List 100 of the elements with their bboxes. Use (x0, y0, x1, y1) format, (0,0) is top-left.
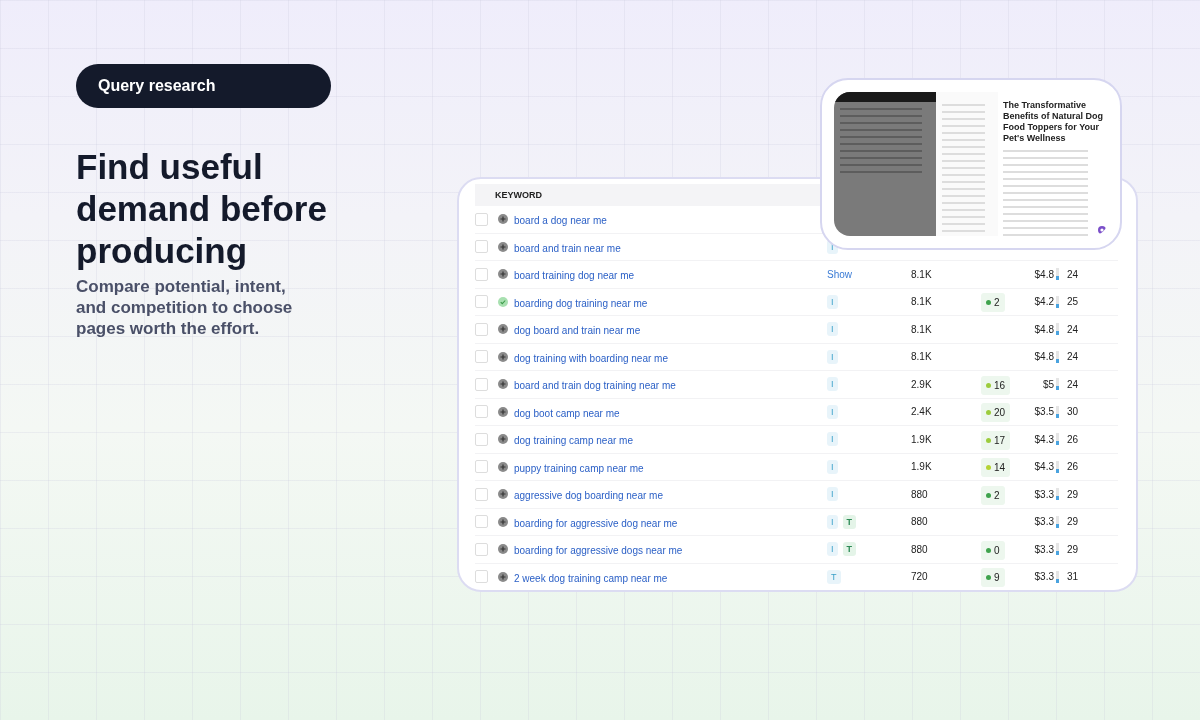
volume-cell-text: 8.1K (911, 323, 933, 335)
cpc-cell: $3.3 (1034, 488, 1054, 500)
difficulty-badge: 2 (981, 293, 1005, 313)
volume-cell-text: 8.1K (911, 296, 933, 308)
intent-tag: I (827, 349, 838, 364)
keyword-link[interactable]: board and train dog training near me (514, 380, 676, 392)
volume-cell-text: 2.9K (911, 378, 933, 390)
add-icon[interactable] (498, 489, 508, 500)
table-cell: 24 (1067, 268, 1079, 280)
difficulty-badge: 20 (981, 403, 1011, 423)
cpc-cell: $3.3 (1034, 516, 1054, 528)
difficulty-badge: 17 (981, 430, 1011, 450)
row-checkbox[interactable] (475, 240, 488, 254)
add-icon[interactable] (498, 406, 508, 417)
add-icon[interactable] (498, 269, 508, 280)
volume-cell-text: 880 (911, 543, 929, 555)
intent-tag: I (827, 377, 838, 392)
row-checkbox[interactable] (475, 487, 488, 501)
volume-cell-text: 8.1K (911, 268, 933, 280)
intent-tag: T (842, 542, 856, 557)
add-icon[interactable] (498, 571, 508, 582)
keyword-link[interactable]: board and train near me (514, 242, 621, 254)
keyword-link[interactable]: boarding for aggressive dogs near me (514, 545, 683, 557)
add-icon[interactable] (498, 379, 508, 390)
row-checkbox[interactable] (475, 515, 488, 529)
difficulty-badge: 9 (981, 568, 1005, 588)
cpc-cell: $3.3 (1034, 543, 1054, 555)
keyword-link[interactable]: boarding dog training near me (514, 297, 648, 309)
row-checkbox[interactable] (475, 212, 488, 226)
intent-tag: I (827, 459, 838, 474)
add-icon[interactable] (498, 241, 508, 252)
table-cell: 29 (1067, 543, 1079, 555)
article-title: The Transformative Benefits of Natural Dog Food Toppers for Your Pet's Wellness (1003, 100, 1103, 144)
volume-cell-text: 2.4K (911, 406, 933, 418)
keyword-link[interactable]: dog board and train near me (514, 325, 641, 337)
keyword-link[interactable]: dog boot camp near me (514, 407, 620, 419)
table-cell: 24 (1067, 378, 1079, 390)
subtitle: Compare potential, intent, and competition to choose pages worth the effort. (76, 276, 294, 339)
row-checkbox[interactable] (475, 460, 488, 474)
table-cell: 31 (1067, 571, 1079, 583)
add-icon[interactable] (498, 434, 508, 445)
add-icon[interactable] (498, 324, 508, 335)
row-checkbox[interactable] (475, 267, 488, 281)
show-link[interactable]: Show (827, 268, 852, 280)
add-icon[interactable] (498, 516, 508, 527)
row-checkbox[interactable] (475, 432, 488, 446)
row-checkbox[interactable] (475, 570, 488, 584)
keyword-link[interactable]: boarding for aggressive dog near me (514, 517, 678, 529)
volume-cell-text: 720 (911, 571, 929, 583)
row-checkbox[interactable] (475, 295, 488, 309)
volume-cell-text: 8.1K (911, 351, 933, 363)
keyword-link[interactable]: aggressive dog boarding near me (514, 490, 663, 502)
table-cell: 29 (1067, 516, 1079, 528)
table-cell: 26 (1067, 461, 1079, 473)
cpc-cell: $4.8 (1034, 351, 1054, 363)
cpc-cell: $4.3 (1034, 433, 1054, 445)
add-icon[interactable] (498, 351, 508, 362)
intent-tag: I (827, 294, 838, 309)
column-header: KEYWORD (495, 190, 542, 200)
keyword-link[interactable]: dog training camp near me (514, 435, 633, 447)
keyword-link[interactable]: puppy training camp near me (514, 462, 644, 474)
add-icon[interactable] (498, 214, 508, 225)
add-icon[interactable] (498, 544, 508, 555)
row-checkbox[interactable] (475, 377, 488, 391)
intent-tag: I (827, 322, 838, 337)
row-checkbox[interactable] (475, 350, 488, 364)
chat-icon[interactable] (1098, 226, 1106, 234)
volume-cell-text: 1.9K (911, 461, 933, 473)
cpc-cell: $4.8 (1034, 323, 1054, 335)
table-cell: 24 (1067, 323, 1079, 335)
section-badge: Query research (76, 64, 331, 108)
row-checkbox[interactable] (475, 405, 488, 419)
keyword-link[interactable]: board a dog near me (514, 215, 607, 227)
difficulty-badge: 16 (981, 375, 1011, 395)
keyword-link[interactable]: dog training with boarding near me (514, 352, 668, 364)
difficulty-badge: 2 (981, 485, 1005, 505)
volume-cell-text: 1.9K (911, 433, 933, 445)
row-checkbox[interactable] (475, 542, 488, 556)
difficulty-badge: 14 (981, 458, 1011, 478)
table-cell: 30 (1067, 406, 1079, 418)
keyword-link[interactable]: board training dog near me (514, 270, 635, 282)
table-cell: 29 (1067, 488, 1079, 500)
headline: Find useful demand before producing (76, 146, 328, 272)
cpc-cell: $3.3 (1034, 571, 1054, 583)
difficulty-badge: 0 (981, 540, 1005, 560)
volume-cell-text: 880 (911, 516, 929, 528)
intent-tag: I (827, 432, 838, 447)
keyword-link[interactable]: 2 week dog training camp near me (514, 572, 668, 584)
intent-tag: I (827, 487, 838, 502)
cpc-cell: $4.2 (1034, 296, 1054, 308)
intent-tag: I (827, 514, 838, 529)
table-cell: 25 (1067, 296, 1079, 308)
cpc-cell: $3.5 (1034, 406, 1054, 418)
intent-tag: I (827, 542, 838, 557)
row-checkbox[interactable] (475, 322, 488, 336)
cpc-cell: $5 (1042, 378, 1054, 390)
intent-tag: T (842, 514, 856, 529)
cpc-cell: $4.8 (1034, 268, 1054, 280)
add-icon[interactable] (498, 461, 508, 472)
cpc-cell: $4.3 (1034, 461, 1054, 473)
